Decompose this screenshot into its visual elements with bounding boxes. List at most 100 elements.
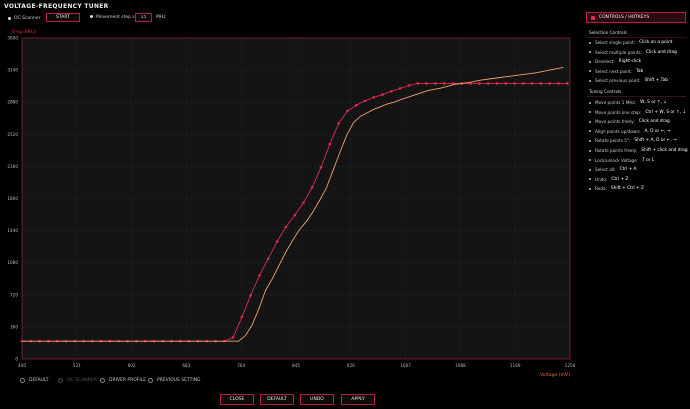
hotkey-key: Click and drag	[638, 119, 670, 125]
x-tick-label: 1169	[510, 363, 521, 368]
step-size-radio[interactable]	[90, 15, 93, 18]
curve-point	[337, 122, 340, 125]
mode-oc-scanner-label: OC SCANNER	[67, 378, 97, 383]
controls-header[interactable]: CONTROLS / HOTKEYS	[586, 12, 686, 23]
mode-default[interactable]: DEFAULT	[20, 378, 49, 383]
hotkey-row: Move points one step: Ctrl + W, S or ↑, ↓	[589, 110, 686, 115]
curve-point	[390, 89, 393, 93]
y-tick-label: 1800	[7, 196, 18, 201]
vf-curve-chart[interactable]: 440 521 602 683 764 845 926 1007 1088 1169 1250 0 36…	[0, 26, 582, 384]
y-axis-label: Freq (MHz)	[12, 29, 37, 35]
curve-point	[486, 82, 490, 85]
oc-scanner-radio[interactable]	[8, 16, 11, 20]
curve-point	[231, 336, 235, 339]
hotkey-label: Select next point:	[595, 68, 632, 74]
vf-curve-svg[interactable]: 440 521 602 683 764 845 926 1007 1088 1169 1250 0 36…	[0, 26, 582, 384]
x-tick-label: 683	[182, 363, 190, 368]
curve-point	[416, 82, 420, 85]
y-tick-label: 3240	[7, 68, 18, 73]
curve-point	[425, 82, 428, 85]
curve-point	[513, 82, 516, 85]
curve-point	[266, 257, 270, 260]
hotkey-key: Shift + Ctrl + Z	[610, 186, 644, 192]
hotkey-label: Rotate points 5°:	[595, 138, 631, 144]
mode-default-label: DEFAULT	[29, 378, 49, 383]
hotkey-label: Move points 1 MHz:	[595, 100, 637, 105]
curve-point	[302, 201, 305, 204]
curve-point	[363, 99, 367, 103]
curve-point	[319, 165, 323, 169]
apply-button[interactable]: APPLY	[341, 394, 375, 405]
mode-driver-profile-label: DRIVER PROFILE	[109, 378, 147, 383]
hotkey-key: Shift + Tab	[644, 78, 668, 83]
hotkey-row: Rotate points freely: Shift + click and d…	[589, 148, 688, 153]
bullet-icon	[589, 70, 591, 72]
curve-point	[275, 240, 279, 243]
hotkey-row: Redo: Shift + Ctrl + Z	[589, 186, 644, 191]
bullet-icon	[589, 51, 591, 53]
mode-previous-setting[interactable]: PREVIOUS SETTING	[148, 378, 201, 383]
hotkey-key: Shift + A, D or ←, →	[634, 138, 677, 144]
hotkey-row: Undo: Ctrl + Z	[589, 177, 628, 182]
curve-point	[249, 294, 252, 297]
curve-point	[293, 213, 296, 217]
x-tick-label: 521	[73, 363, 81, 368]
curve-point	[354, 103, 358, 107]
x-tick-label: 845	[292, 363, 300, 368]
hotkey-row: Select single point: Click on a point	[589, 40, 672, 45]
y-tick-label: 2160	[7, 164, 18, 169]
controls-header-label: CONTROLS / HOTKEYS	[599, 15, 650, 20]
hotkey-label: Undo:	[595, 176, 608, 182]
keyboard-icon	[591, 15, 595, 20]
y-tick-label: 360	[10, 324, 18, 329]
bullet-icon	[589, 111, 591, 114]
hotkey-key: Ctrl + A	[619, 167, 637, 173]
hotkey-label: Redo:	[595, 186, 607, 192]
x-tick-label: 764	[237, 363, 245, 368]
curve-point	[284, 225, 288, 229]
hotkey-row: Select all: Ctrl + A	[589, 167, 636, 172]
curve-point	[258, 274, 261, 277]
bullet-icon	[589, 178, 591, 181]
curve-point	[539, 82, 543, 85]
mode-driver-profile[interactable]: DRIVER PROFILE	[100, 378, 146, 383]
x-tick-label: 926	[347, 363, 355, 368]
y-tick-label: 720	[10, 292, 18, 297]
curve-point	[557, 82, 560, 85]
hotkey-key: T or L	[642, 157, 655, 163]
bullet-icon	[589, 168, 591, 171]
x-tick-label: 1088	[455, 363, 466, 368]
close-button[interactable]: CLOSE	[220, 394, 254, 405]
app-title: VOLTAGE-FREQUENCY TUNER	[4, 3, 109, 10]
curve-point	[522, 82, 525, 85]
step-size-input[interactable]	[135, 13, 152, 22]
curve-point	[328, 142, 332, 146]
top-controls: OC Scanner START Movement step size: MHz	[8, 13, 166, 23]
hotkey-label: Lock/unlock Voltage:	[595, 157, 639, 163]
hotkey-key: Click and drag	[645, 49, 677, 55]
bullet-icon	[589, 149, 591, 152]
bullet-icon	[589, 60, 591, 63]
curve-point	[407, 84, 411, 87]
hotkey-row: Move points 1 MHz: W, S or ↑, ↓	[589, 100, 667, 105]
hotkey-label: Move points one step:	[595, 109, 642, 115]
hotkey-key: Shift + click and drag	[641, 148, 688, 153]
hotkey-row: Rotate points 5°: Shift + A, D or ←, →	[589, 138, 677, 143]
start-button[interactable]: START	[46, 13, 80, 22]
bullet-icon	[589, 120, 591, 123]
curve-point	[530, 82, 534, 85]
curve-point	[398, 87, 402, 90]
oc-scanner-label: OC Scanner	[14, 15, 41, 21]
hotkey-label: Select all:	[595, 167, 616, 173]
bullet-icon	[589, 159, 591, 162]
undo-button[interactable]: UNDO	[300, 394, 334, 405]
curve-point	[434, 82, 437, 85]
curve-point	[442, 82, 446, 85]
hotkey-row: Select previous point: Shift + Tab	[589, 78, 668, 83]
tuning-controls-title: Tuning Controls	[589, 89, 622, 94]
divider	[586, 96, 686, 97]
curve-point	[310, 185, 314, 189]
hotkey-key: Click on a point	[639, 40, 673, 45]
divider	[586, 37, 686, 38]
default-button[interactable]: DEFAULT	[260, 394, 294, 405]
